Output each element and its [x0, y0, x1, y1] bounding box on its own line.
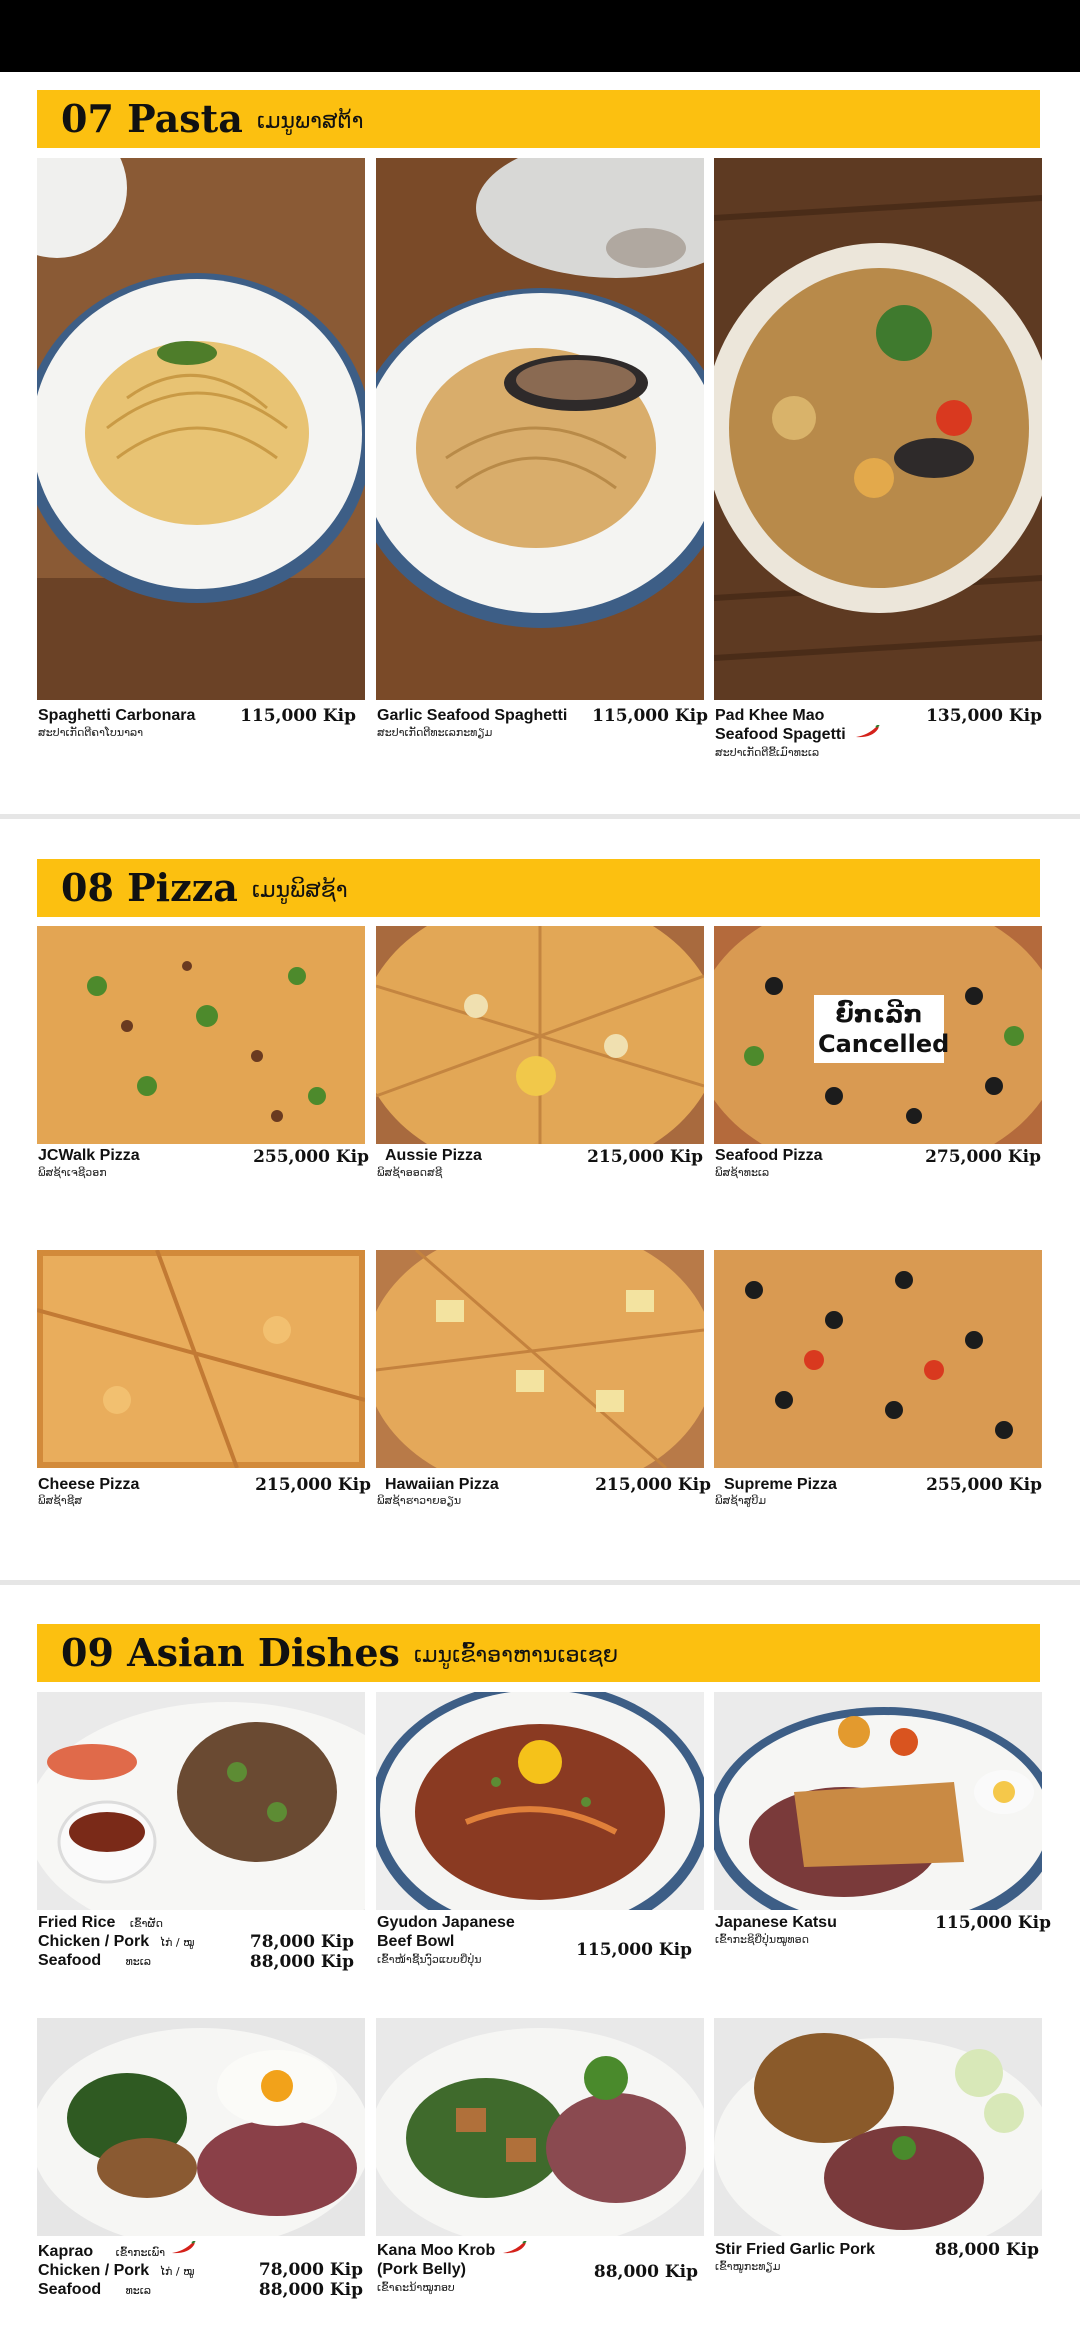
dish-photo — [376, 926, 704, 1144]
item-name: Japanese Katsu — [715, 1914, 837, 1931]
menu-item-seafood-pizza[interactable]: ຍົກເລີກ Cancelled Seafood Pizza ພິສຊ້າທະ… — [714, 926, 1042, 1186]
spicy-chili-icon — [503, 2241, 527, 2254]
item-price: 275,000 Kip — [925, 1147, 1041, 1167]
dish-photo — [37, 1250, 365, 1468]
item-price: 255,000 Kip — [926, 1475, 1042, 1495]
menu-item-fried-rice[interactable]: Fried Rice ເຂົ້າຜັດ Chicken / Pork ໄກ່ /… — [37, 1692, 366, 1982]
item-name: Kaprao ເຂົ້າກະເພົາ — [38, 2243, 166, 2260]
item-price: 115,000 Kip — [240, 706, 356, 726]
menu-item-cheese-pizza[interactable]: Cheese Pizza ພິສຊ້າຊີສ 215,000 Kip — [37, 1250, 371, 1510]
spicy-chili-icon — [856, 725, 880, 738]
item-option-chicken-pork: Chicken / Pork ໄກ່ / ໝູ — [38, 1933, 195, 1950]
menu-item-kaprao[interactable]: Kaprao ເຂົ້າກະເພົາ Chicken / Pork ໄກ່ / … — [37, 2018, 366, 2308]
menu-item-supreme-pizza[interactable]: Supreme Pizza ພິສຊ້າສູບີມ 255,000 Kip — [714, 1250, 1042, 1510]
item-name: Seafood Pizza — [715, 1147, 823, 1164]
item-price: 88,000 Kip — [934, 2240, 1039, 2260]
item-option-chicken-pork: Chicken / Pork ໄກ່ / ໝູ — [38, 2262, 195, 2279]
item-price: 115,000 Kip — [935, 1913, 1051, 1933]
item-price-seafood: 88,000 Kip — [249, 1952, 354, 1972]
item-name-lao: ສະປາເກັດຕີຄາໂບນາລາ — [38, 726, 144, 739]
dish-photo — [376, 1692, 704, 1910]
dish-photo — [714, 1250, 1042, 1468]
item-name-lao: ພິສຊ້າຮາວາຍອຽນ — [377, 1494, 462, 1507]
item-price-chicken-pork: 78,000 Kip — [258, 2260, 363, 2280]
item-price: 215,000 Kip — [587, 1147, 703, 1167]
dish-photo — [37, 2018, 365, 2236]
section-title-lao: ເມນູພາສຕ້າ — [256, 109, 364, 134]
item-option-seafood: Seafood ທະເລ — [38, 2281, 152, 2298]
item-name-line1: Kana Moo Krob — [377, 2242, 496, 2259]
item-price: 88,000 Kip — [593, 2262, 698, 2282]
dish-photo — [37, 158, 365, 700]
item-name-lao: ສະປາເກັດຕີທະເລກະທຽມ — [377, 726, 493, 739]
item-name-lao: ພິສຊ້າຊີສ — [38, 1494, 82, 1507]
section-title-lao: ເມນູພິສຊ້າ — [251, 878, 348, 903]
item-price-seafood: 88,000 Kip — [258, 2280, 363, 2300]
item-name: Spaghetti Carbonara — [38, 707, 196, 724]
section-header-asian-dishes: 09 Asian Dishes ເມນູເຂົ້າອາຫານເອເຊຍ — [37, 1624, 1040, 1682]
dish-photo — [37, 1692, 365, 1910]
item-price: 215,000 Kip — [595, 1475, 711, 1495]
item-name: Stir Fried Garlic Pork — [715, 2241, 876, 2258]
section-header-pizza: 08 Pizza ເມນູພິສຊ້າ — [37, 859, 1040, 917]
item-price: 215,000 Kip — [255, 1475, 371, 1495]
item-price-chicken-pork: 78,000 Kip — [249, 1932, 354, 1952]
dish-photo — [37, 926, 365, 1144]
menu-item-kana-moo-krob[interactable]: Kana Moo Krob (Pork Belly) ເຂົ້າຄະນ້າໝູກ… — [376, 2018, 704, 2308]
menu-item-gyudon-japanese-beef-bowl[interactable]: Gyudon Japanese Beef Bowl ເຂົ້າໜ້າຊີ້ນງົ… — [376, 1692, 704, 1982]
section-divider — [0, 814, 1080, 819]
item-name-lao: ພິສຊ້າອອດສຊີ — [377, 1166, 443, 1179]
dish-photo — [376, 158, 704, 700]
cancelled-label-en: Cancelled — [818, 1030, 950, 1058]
dish-photo — [376, 2018, 704, 2236]
item-name: Cheese Pizza — [38, 1476, 140, 1493]
item-name: Garlic Seafood Spaghetti — [377, 707, 568, 724]
item-name: Supreme Pizza — [724, 1476, 837, 1493]
item-name-line2: (Pork Belly) — [377, 2261, 466, 2278]
item-price: 135,000 Kip — [926, 706, 1042, 726]
item-option-seafood: Seafood ທະເລ — [38, 1952, 152, 1969]
item-name-lao: ສະປາເກັດຕີຂີ້ເມົາທະເລ — [715, 746, 820, 759]
item-name-lao: ເຂົ້າໝູກະທຽມ — [715, 2260, 781, 2273]
dish-photo — [376, 1250, 704, 1468]
section-divider — [0, 1580, 1080, 1585]
menu-item-jcwalk-pizza[interactable]: JCWalk Pizza ພິສຊ້າເຈຊີວອກ 255,000 Kip — [37, 926, 369, 1186]
cancelled-label-lao: ຍົກເລີກ — [835, 1000, 923, 1028]
item-name: JCWalk Pizza — [38, 1147, 140, 1164]
item-name-lao: ເຂົ້າໜ້າຊີ້ນງົວແບບຍີ່ປຸ່ນ — [377, 1953, 482, 1966]
item-name-line2: Beef Bowl — [377, 1933, 455, 1950]
menu-item-aussie-pizza[interactable]: Aussie Pizza ພິສຊ້າອອດສຊີ 215,000 Kip — [376, 926, 704, 1186]
menu-item-stir-fried-garlic-pork[interactable]: Stir Fried Garlic Pork ເຂົ້າໝູກະທຽມ 88,0… — [714, 2018, 1042, 2308]
item-name-line2: Seafood Spagetti — [715, 726, 846, 743]
item-price: 115,000 Kip — [592, 706, 708, 726]
item-name: Hawaiian Pizza — [385, 1476, 499, 1493]
menu-item-hawaiian-pizza[interactable]: Hawaiian Pizza ພິສຊ້າຮາວາຍອຽນ 215,000 Ki… — [376, 1250, 711, 1510]
item-name-lao: ເຂົ້າກະຊິຍີ່ປຸ່ນໝູທອດ — [715, 1933, 809, 1946]
section-title-lao: ເມນູເຂົ້າອາຫານເອເຊຍ — [413, 1643, 618, 1668]
item-name-lao: ພິສຊ້າທະເລ — [715, 1166, 770, 1179]
dish-photo — [714, 158, 1042, 700]
dish-photo — [714, 2018, 1042, 2236]
menu-item-pad-khee-mao-seafood-spagetti[interactable]: Pad Khee Mao Seafood Spagetti ສະປາເກັດຕີ… — [714, 158, 1042, 778]
section-title: 08 Pizza — [61, 865, 238, 910]
item-price: 115,000 Kip — [576, 1940, 692, 1960]
menu-item-spaghetti-carbonara[interactable]: Spaghetti Carbonara ສະປາເກັດຕີຄາໂບນາລາ 1… — [37, 158, 366, 778]
item-price: 255,000 Kip — [253, 1147, 369, 1167]
menu-item-japanese-katsu[interactable]: Japanese Katsu ເຂົ້າກະຊິຍີ່ປຸ່ນໝູທອດ 115… — [714, 1692, 1051, 1982]
section-title: 07 Pasta — [61, 96, 243, 141]
item-name-lao: ພິສຊ້າສູບີມ — [715, 1494, 767, 1507]
item-name: Fried Rice ເຂົ້າຜັດ — [38, 1914, 163, 1931]
section-header-pasta: 07 Pasta ເມນູພາສຕ້າ — [37, 90, 1040, 148]
dish-photo — [714, 1692, 1042, 1910]
item-name-line1: Gyudon Japanese — [377, 1914, 515, 1931]
menu-item-garlic-seafood-spaghetti[interactable]: Garlic Seafood Spaghetti ສະປາເກັດຕີທະເລກ… — [376, 158, 708, 778]
top-status-bar — [0, 0, 1080, 72]
item-name: Aussie Pizza — [385, 1147, 482, 1164]
section-title: 09 Asian Dishes — [61, 1630, 400, 1675]
item-name-lao: ພິສຊ້າເຈຊີວອກ — [38, 1166, 107, 1179]
cancelled-label: ຍົກເລີກ Cancelled — [814, 995, 950, 1063]
item-name-lao: ເຂົ້າຄະນ້າໝູກອບ — [377, 2281, 455, 2294]
spicy-chili-icon — [172, 2241, 196, 2254]
item-name-line1: Pad Khee Mao — [715, 707, 825, 724]
